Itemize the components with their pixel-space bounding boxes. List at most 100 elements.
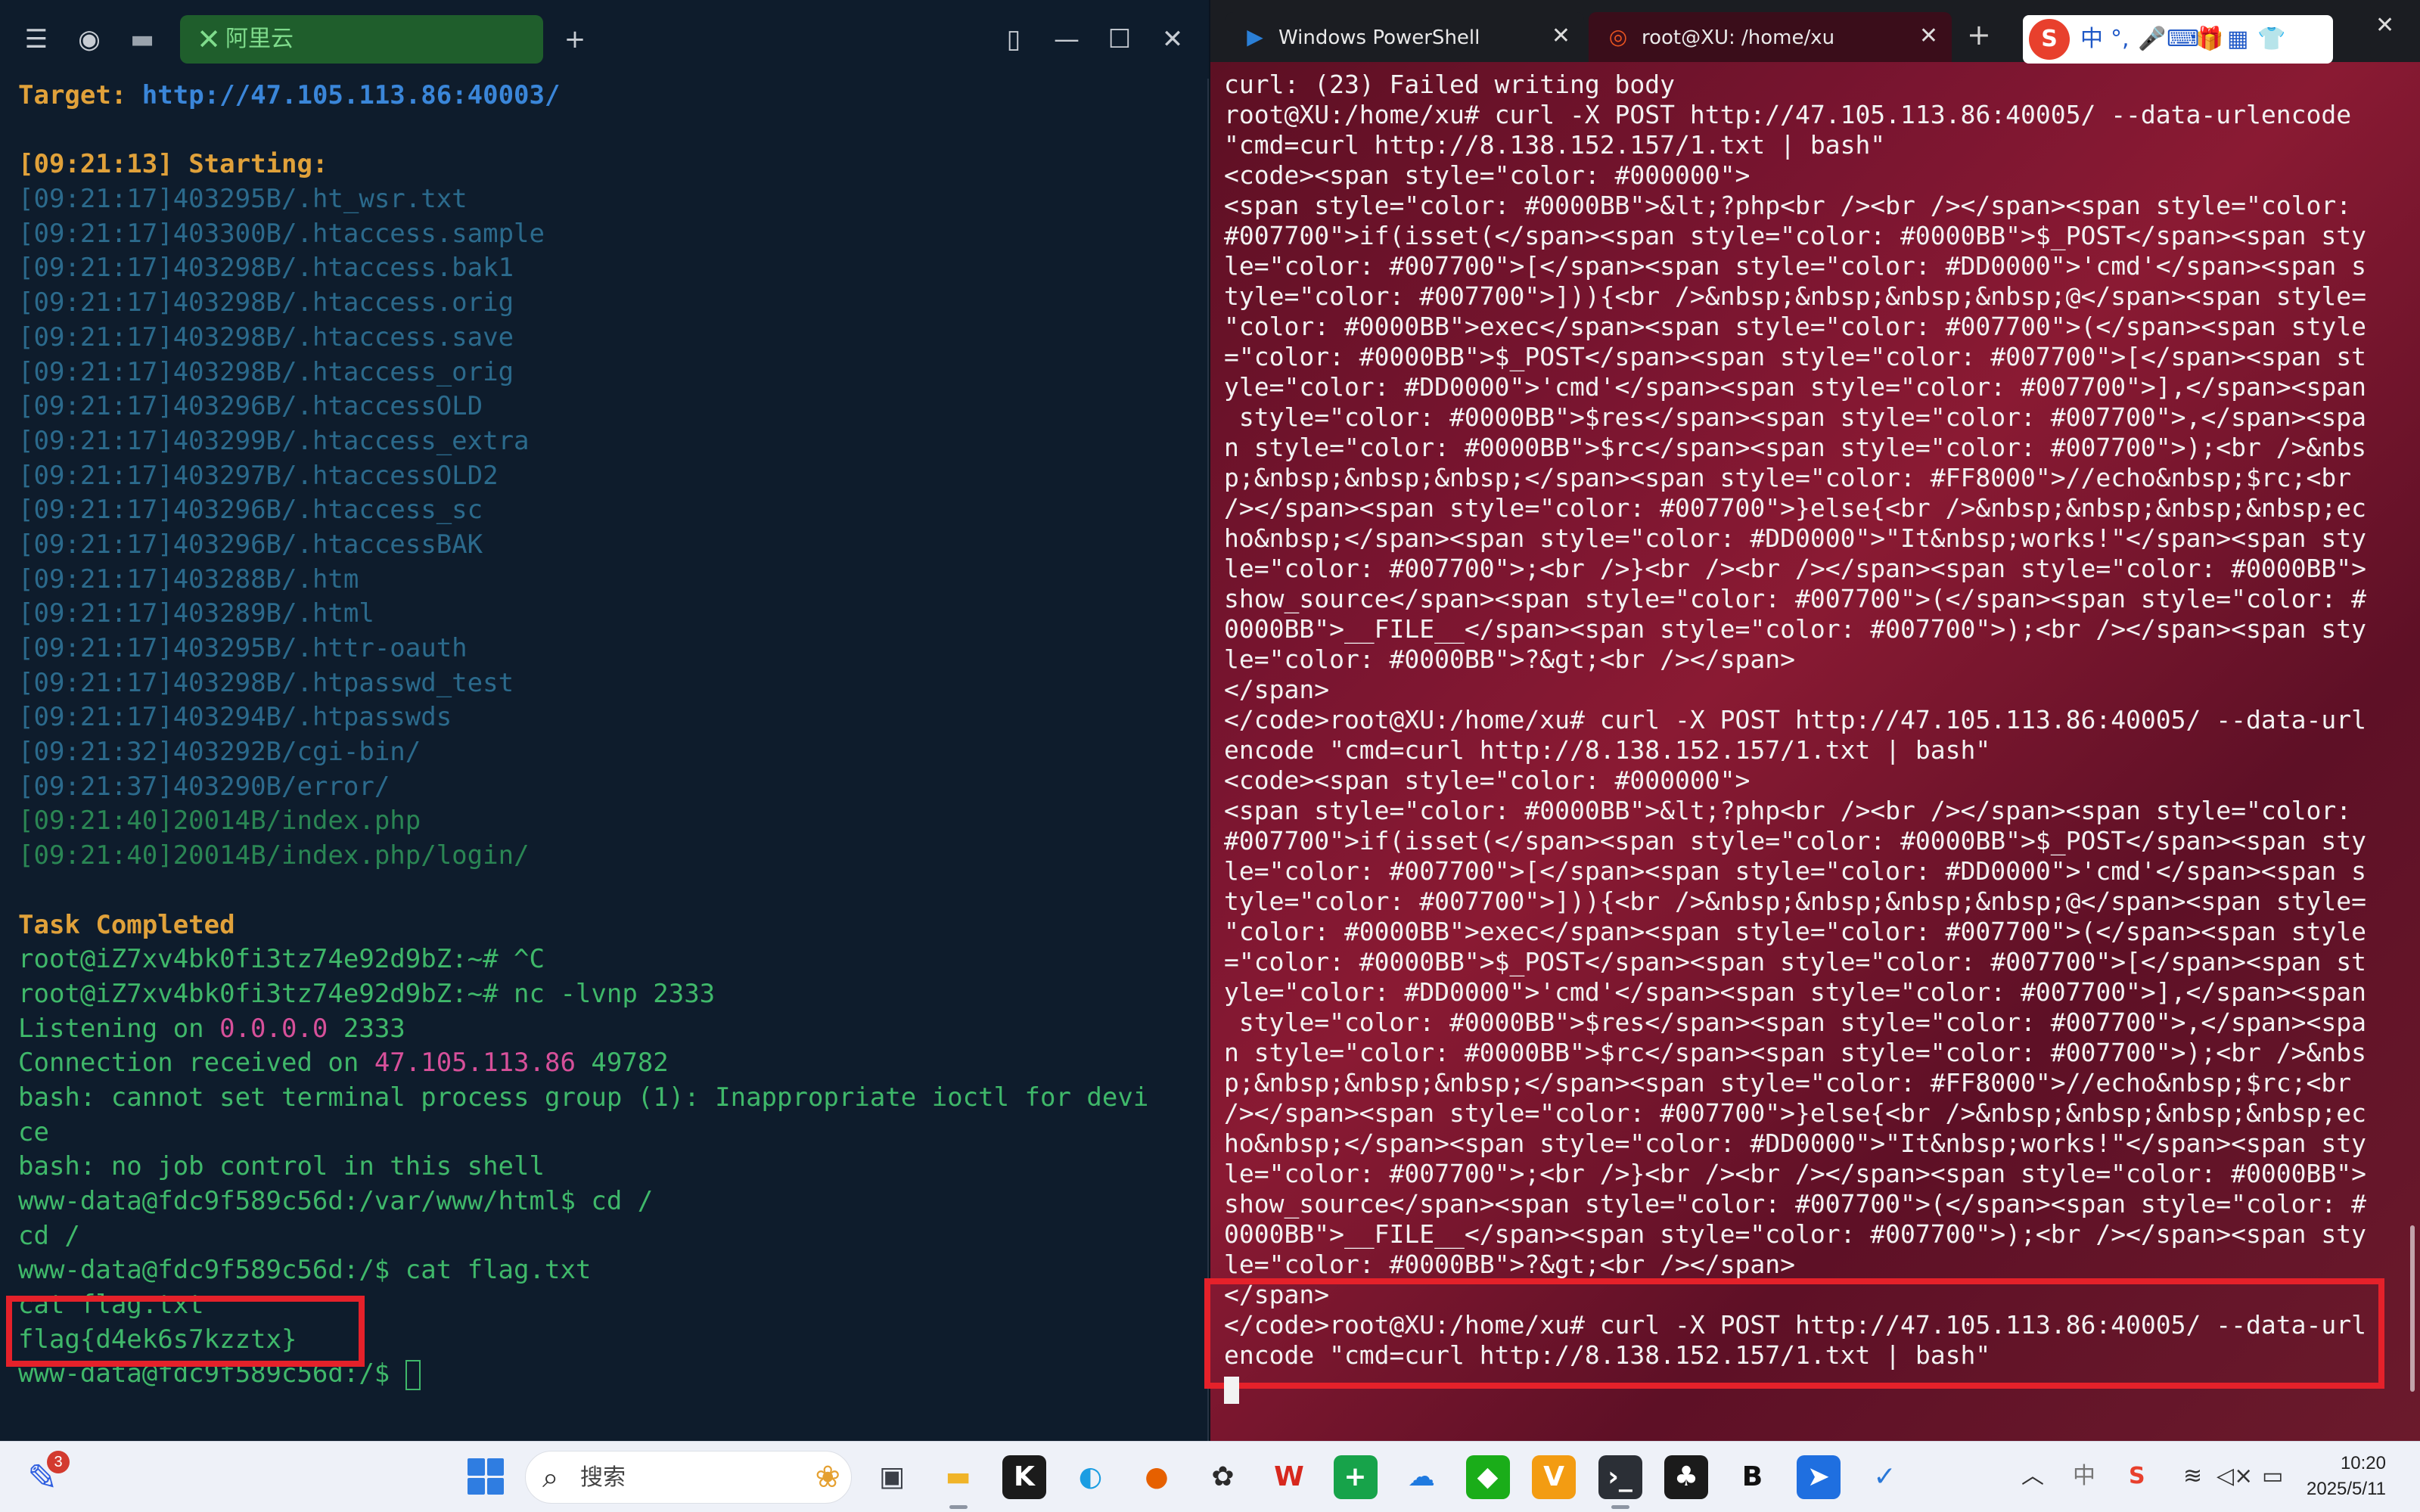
minimize-icon[interactable]: — <box>1047 20 1086 59</box>
scan-result-row: [09:21:17]403288B/.htm <box>18 563 1198 598</box>
mask-app-icon[interactable]: ♣ <box>1664 1455 1708 1499</box>
terminal-icon[interactable]: ›_ <box>1598 1455 1642 1499</box>
chevron-up-icon[interactable]: ︿ <box>2021 1461 2044 1492</box>
scan-result-row: [09:21:17]403294B/.htpasswds <box>18 700 1198 735</box>
scan-status: 403 <box>172 771 220 802</box>
tab-windows-powershell[interactable]: ▶ Windows PowerShell ✕ <box>1226 12 1584 62</box>
sogou-tray-icon[interactable]: S <box>2129 1461 2145 1492</box>
scan-size: 296B <box>219 529 282 560</box>
scan-time: [09:21:17] <box>18 356 173 387</box>
left-terminal-window[interactable]: ☰ ◉ ▬ ✕ 阿里云 + ▯ — ☐ ✕ Target: http://47.… <box>0 0 1209 1441</box>
apps-grid-icon[interactable]: ▦ <box>2227 24 2248 54</box>
scan-path: /.htaccess.save <box>281 321 514 352</box>
edge-icon[interactable]: ◐ <box>1069 1455 1113 1499</box>
punctuation-icon[interactable]: °, <box>2111 24 2130 54</box>
terminal-line: le="color: #007700">[</span><span style=… <box>1224 251 2366 281</box>
close-icon[interactable]: ✕ <box>1919 23 1938 50</box>
search-placeholder: 搜索 <box>580 1464 626 1491</box>
plus-app-icon[interactable]: + <box>1333 1455 1378 1499</box>
language-toggle-icon[interactable]: 中 <box>2080 24 2103 54</box>
scan-status: 403 <box>172 598 220 629</box>
terminal-line: le="color: #007700">;<br />}<br /><br />… <box>1224 1159 2366 1188</box>
feishu-icon[interactable]: ➤ <box>1797 1455 1841 1499</box>
terminal-line: n style="color: #0000BB">$rc</span><span… <box>1224 433 2366 462</box>
chatgpt-icon[interactable]: ✿ <box>1201 1455 1245 1499</box>
search-box[interactable]: ⌕ 搜索 ❀ <box>525 1451 852 1504</box>
menu-icon[interactable]: ☰ <box>17 20 56 59</box>
target-line: Target: http://47.105.113.86:40003/ <box>18 79 1198 113</box>
scan-result-row: [09:21:17]403289B/.html <box>18 597 1198 632</box>
tab-aliyun[interactable]: ✕ 阿里云 <box>180 15 543 64</box>
v-app-icon[interactable]: V <box>1532 1455 1576 1499</box>
gift-icon[interactable]: 🎁 <box>2195 24 2223 54</box>
scan-status: 403 <box>172 425 220 456</box>
target-url: http://47.105.113.86:40003/ <box>141 80 561 110</box>
terminal-line: 0000BB">__FILE__</span><span style="colo… <box>1224 614 2366 644</box>
start-button[interactable] <box>468 1458 504 1495</box>
scrollbar[interactable] <box>2410 1225 2415 1392</box>
microphone-icon[interactable]: 🎤 <box>2138 24 2166 54</box>
file-explorer-icon[interactable]: ▬ <box>937 1455 980 1499</box>
ai-icon[interactable]: ◉ <box>70 20 109 59</box>
burp-icon[interactable]: B <box>1731 1455 1775 1499</box>
scan-time: [09:21:17] <box>18 529 173 560</box>
folder-icon[interactable]: ▬ <box>123 20 162 59</box>
scan-size: 298B <box>219 356 282 387</box>
maximize-icon[interactable]: ☐ <box>1100 20 1139 59</box>
left-terminal-output[interactable]: Target: http://47.105.113.86:40003/ [09:… <box>18 79 1198 1392</box>
scan-size: 290B <box>219 771 282 802</box>
clock[interactable]: 10:20 2025/5/11 <box>2272 1451 2386 1502</box>
split-view-icon[interactable]: ▯ <box>994 20 1033 59</box>
scan-time: [09:21:17] <box>18 667 173 698</box>
scan-path: /.htpasswd_test <box>281 667 514 698</box>
plus-icon[interactable]: + <box>555 20 595 59</box>
scan-size: 14B <box>219 806 266 837</box>
task-view-icon[interactable]: ▣ <box>870 1455 914 1499</box>
swift-icon[interactable]: ✓ <box>1863 1455 1907 1499</box>
scan-time: [09:21:17] <box>18 218 173 249</box>
terminal-line: <code><span style="color: #000000"> <box>1224 160 1751 190</box>
ubuntu-icon: ◎ <box>1608 24 1628 49</box>
close-icon[interactable]: ✕ <box>2375 12 2394 39</box>
ime-language-icon[interactable]: 中 <box>2073 1461 2095 1492</box>
keyboard-icon[interactable]: ⌨ <box>2167 24 2199 54</box>
k-app-icon[interactable]: K <box>1002 1455 1046 1499</box>
listening-line: Listening on 0.0.0.0 2333 <box>18 1012 1198 1047</box>
wifi-icon[interactable]: ≋ <box>2183 1461 2202 1492</box>
wechat-icon[interactable]: ◆ <box>1465 1455 1510 1499</box>
scan-results: [09:21:17]403295B/.ht_wsr.txt [09:21:17]4… <box>18 182 1198 874</box>
scan-result-row: [09:21:17]403295B/.ht_wsr.txt <box>18 182 1198 217</box>
plus-icon[interactable]: + <box>1967 18 1991 51</box>
scan-status: 403 <box>172 460 220 491</box>
scan-size: 296B <box>219 495 282 526</box>
scan-status: 403 <box>172 667 220 698</box>
sogou-ime-toolbar[interactable]: S 中 °, 🎤 ⌨ 🎁 ▦ 👕 <box>2023 15 2333 64</box>
right-terminal-window[interactable]: ▶ Windows PowerShell ✕ ◎ root@XU: /home/… <box>1210 0 2420 1441</box>
close-icon[interactable]: ✕ <box>1153 20 1192 59</box>
scan-path: /index.php <box>266 806 421 837</box>
close-icon[interactable]: ✕ <box>1552 23 1570 50</box>
scan-size: 292B <box>219 737 282 768</box>
scan-time: [09:21:17] <box>18 287 173 318</box>
skin-icon[interactable]: 👕 <box>2257 24 2285 54</box>
cloud-icon[interactable]: ☁ <box>1399 1455 1443 1499</box>
firefox-icon[interactable]: ● <box>1135 1455 1179 1499</box>
powershell-icon: ▶ <box>1247 24 1263 49</box>
terminal-line: </code>root@XU:/home/xu# curl -X POST ht… <box>1224 705 2366 734</box>
scan-status: 403 <box>172 321 220 352</box>
right-terminal-output[interactable]: curl: (23) Failed writing body root@XU:/h… <box>1224 70 2412 1371</box>
search-icon: ⌕ <box>542 1461 559 1494</box>
scan-size: 295B <box>219 184 282 215</box>
scan-result-row: [09:21:17]403295B/.httr-oauth <box>18 632 1198 666</box>
sogou-ime-icon[interactable]: S <box>2029 19 2070 60</box>
scan-result-row: [09:21:37]403290B/error/ <box>18 770 1198 805</box>
tab-root-xu[interactable]: ◎ root@XU: /home/xu ✕ <box>1589 12 1952 62</box>
scan-status: 200 <box>172 840 220 871</box>
terminal-line: "color: #0000BB">exec</span><span style=… <box>1224 917 2366 946</box>
scan-result-row: [09:21:17]403298B/.htaccess.bak1 <box>18 251 1198 286</box>
close-icon[interactable]: ✕ <box>191 21 227 57</box>
volume-muted-icon[interactable]: ◁× <box>2217 1461 2253 1492</box>
wps-icon[interactable]: W <box>1267 1455 1311 1499</box>
